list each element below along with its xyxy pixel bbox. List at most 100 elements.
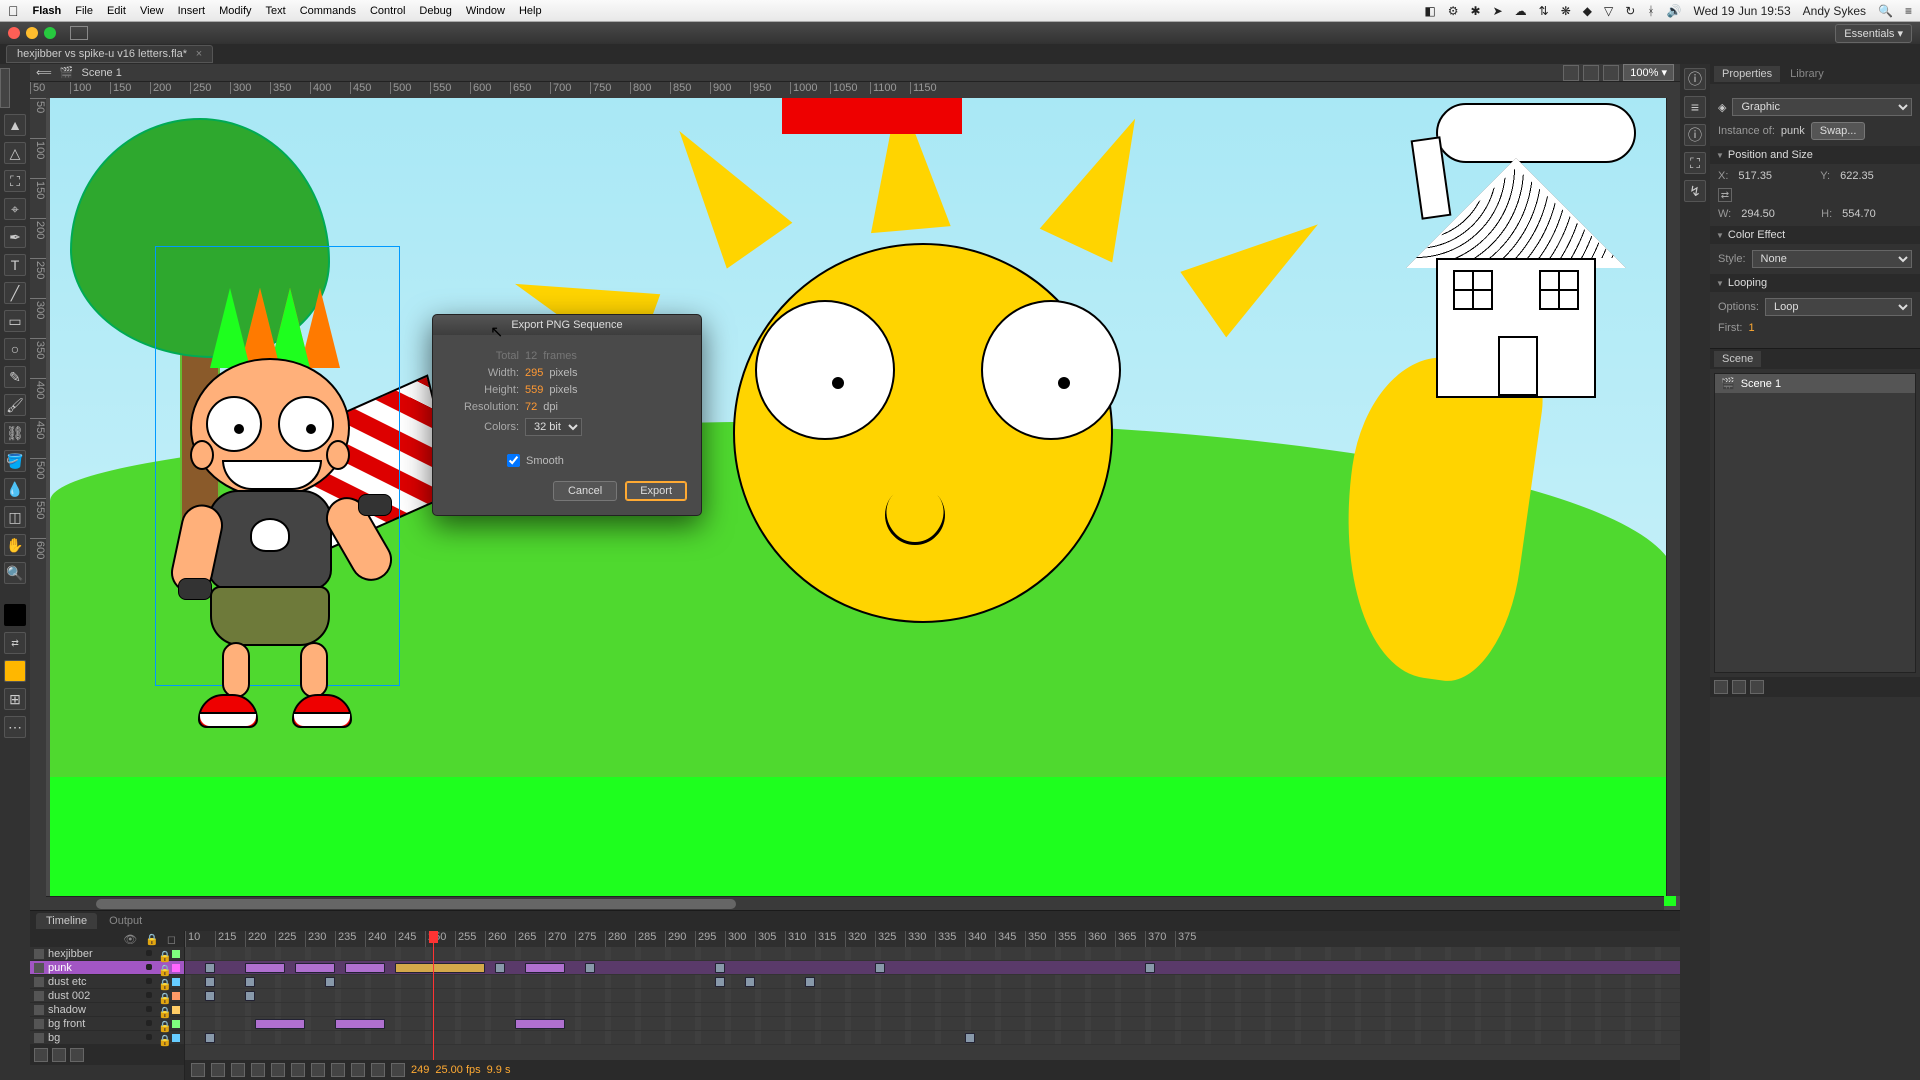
markers-button[interactable] [371,1063,385,1077]
options-select[interactable]: Loop [1765,298,1912,316]
status-icon[interactable]: ⇅ [1539,4,1549,18]
menu-commands[interactable]: Commands [300,5,356,17]
scrollbar-vertical[interactable] [1666,98,1680,896]
center-frame-button[interactable] [391,1063,405,1077]
timeline-row[interactable] [185,1003,1680,1017]
free-transform-tool[interactable]: ⛶ [4,170,26,192]
properties-panel-icon[interactable]: ⓘ [1684,68,1706,90]
onion-skin-button[interactable] [311,1063,325,1077]
timeline-row[interactable] [185,1031,1680,1045]
eraser-tool[interactable]: ◫ [4,506,26,528]
menu-help[interactable]: Help [519,5,542,17]
menu-debug[interactable]: Debug [419,5,451,17]
status-icon[interactable]: ⚙ [1448,4,1459,18]
delete-layer-button[interactable] [70,1048,84,1062]
subselection-tool[interactable]: △ [4,142,26,164]
back-icon[interactable]: ⟸ [36,66,52,79]
width-value[interactable]: 295 [525,367,543,379]
selection-tool[interactable]: ▲ [4,114,26,136]
clock[interactable]: Wed 19 Jun 19:53 [1693,4,1790,18]
edit-scene-icon[interactable] [1563,65,1579,81]
height-value[interactable]: 559 [525,384,543,396]
minimize-button[interactable] [26,27,38,39]
stage[interactable]: Export PNG Sequence Total 12 frames Widt… [50,98,1676,906]
current-frame[interactable]: 249 [411,1064,429,1076]
playhead[interactable] [433,931,434,1080]
scene-list-item[interactable]: 🎬 Scene 1 [1715,374,1915,393]
text-tool[interactable]: T [4,254,26,276]
menu-edit[interactable]: Edit [107,5,126,17]
notifications-icon[interactable]: ≡ [1905,4,1912,18]
colors-select[interactable]: 32 bit [525,418,582,436]
close-button[interactable] [8,27,20,39]
instance-type-select[interactable]: Graphic [1732,98,1912,116]
ffwd-button[interactable] [271,1063,285,1077]
tab-timeline[interactable]: Timeline [36,913,97,929]
link-wh-icon[interactable]: ⇄ [1718,188,1732,202]
onion-outline-button[interactable] [331,1063,345,1077]
timeline-row[interactable] [185,961,1680,975]
expand-panel-icon[interactable] [0,68,10,108]
y-value[interactable]: 622.35 [1840,170,1912,182]
smooth-checkbox[interactable] [507,454,520,467]
timeline-row[interactable] [185,947,1680,961]
timeline-row[interactable] [185,989,1680,1003]
brush-tool[interactable]: 🖌 [4,394,26,416]
delete-scene-button[interactable] [1750,680,1764,694]
status-icon[interactable]: ☁ [1515,4,1527,18]
frame-rate[interactable]: 25.00 fps [435,1064,480,1076]
status-icon[interactable]: ◆ [1583,4,1592,18]
close-tab-icon[interactable]: × [196,48,202,60]
menu-window[interactable]: Window [466,5,505,17]
timeline-grid[interactable]: 1021522022523023524024525025526026527027… [185,931,1680,1080]
eyedropper-tool[interactable]: 💧 [4,478,26,500]
layer-row[interactable]: hexjibber🔒 [30,947,184,961]
layout-icon[interactable] [70,26,88,40]
w-value[interactable]: 294.50 [1741,208,1811,220]
rewind-button[interactable] [191,1063,205,1077]
layer-row[interactable]: dust etc🔒 [30,975,184,989]
tab-output[interactable]: Output [99,913,152,929]
tab-library[interactable]: Library [1782,66,1832,82]
layer-row[interactable]: shadow🔒 [30,1003,184,1017]
zoom-button[interactable] [44,27,56,39]
swap-colors-icon[interactable]: ⇄ [4,632,26,654]
dialog-titlebar[interactable]: Export PNG Sequence [433,315,701,335]
status-icon[interactable]: ➤ [1493,4,1503,18]
stage-color-icon[interactable] [1603,65,1619,81]
menu-text[interactable]: Text [266,5,286,17]
resolution-value[interactable]: 72 [525,401,537,413]
new-folder-button[interactable] [52,1048,66,1062]
play-button[interactable] [231,1063,245,1077]
x-value[interactable]: 517.35 [1738,170,1810,182]
fill-color[interactable] [4,660,26,682]
loop-button[interactable] [291,1063,305,1077]
apple-menu[interactable]:  [8,3,19,19]
menu-view[interactable]: View [140,5,164,17]
layer-row[interactable]: dust 002🔒 [30,989,184,1003]
style-select[interactable]: None [1752,250,1912,268]
menu-control[interactable]: Control [370,5,405,17]
scene-name[interactable]: Scene 1 [81,67,121,79]
paint-bucket-tool[interactable]: 🪣 [4,450,26,472]
bone-tool[interactable]: ⛓ [4,422,26,444]
status-icon[interactable]: ✱ [1471,4,1481,18]
transform-panel-icon[interactable]: ⛶ [1684,152,1706,174]
tab-scene[interactable]: Scene [1714,351,1761,367]
scrollbar-horizontal[interactable] [46,896,1664,910]
volume-icon[interactable]: 🔊 [1667,4,1682,18]
visibility-icon[interactable]: 👁 [123,933,137,946]
pencil-tool[interactable]: ✎ [4,366,26,388]
new-layer-button[interactable] [34,1048,48,1062]
options-tool[interactable]: ⋯ [4,716,26,738]
hand-tool[interactable]: ✋ [4,534,26,556]
lock-icon[interactable]: 🔒 [145,933,159,946]
export-button[interactable]: Export [625,481,687,501]
step-fwd-button[interactable] [251,1063,265,1077]
menu-modify[interactable]: Modify [219,5,251,17]
zoom-level[interactable]: 100% ▾ [1623,64,1674,81]
spotlight-icon[interactable]: 🔍 [1878,4,1893,18]
info-panel-icon[interactable]: ⓘ [1684,124,1706,146]
status-icon[interactable]: ◧ [1424,4,1435,18]
section-position-size[interactable]: Position and Size [1710,146,1920,164]
